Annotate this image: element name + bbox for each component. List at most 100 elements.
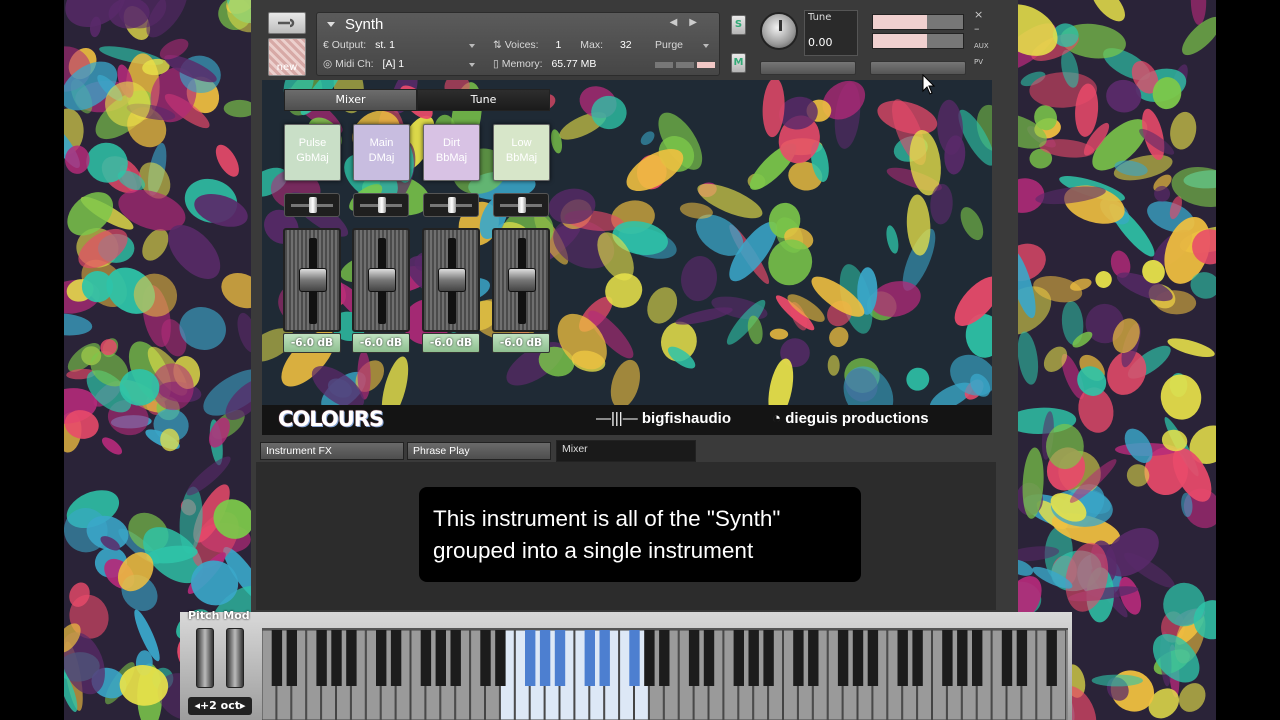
black-key[interactable] <box>688 630 700 686</box>
black-key[interactable] <box>1001 630 1013 686</box>
piano-keyboard[interactable] <box>262 628 1068 720</box>
black-key[interactable] <box>1046 630 1057 686</box>
close-icon[interactable]: × <box>974 8 983 21</box>
black-key[interactable] <box>346 630 357 686</box>
black-key[interactable] <box>271 630 283 686</box>
chevron-down-icon[interactable] <box>327 22 335 27</box>
screen: new Synth ◀▶ € Output: st. 1 ⇅ Voices: 1… <box>0 0 1280 720</box>
black-key[interactable] <box>972 630 983 686</box>
tune-knob[interactable] <box>760 12 798 50</box>
black-key[interactable] <box>733 630 744 686</box>
tab-bottom-mixer[interactable]: Mixer <box>556 440 696 462</box>
black-key[interactable] <box>554 630 566 686</box>
tab-phrase-play[interactable]: Phrase Play <box>407 442 551 460</box>
black-key[interactable] <box>808 630 819 686</box>
memory-indicator <box>655 62 715 68</box>
black-key[interactable] <box>435 630 446 686</box>
pan-control[interactable] <box>493 193 549 217</box>
volume-fader[interactable] <box>422 228 480 332</box>
pv-button[interactable]: PV <box>974 58 983 66</box>
patch-key: BbMaj <box>435 152 468 164</box>
mod-wheel[interactable] <box>226 628 244 688</box>
midi-dropdown-icon[interactable] <box>469 63 475 67</box>
pan-control[interactable] <box>353 193 409 217</box>
black-key[interactable] <box>867 630 879 686</box>
black-key[interactable] <box>957 630 968 686</box>
midi-value: [A] 1 <box>382 58 405 70</box>
black-key[interactable] <box>748 630 759 686</box>
patch-button[interactable]: Low BbMaj <box>493 124 550 181</box>
volume-fader[interactable] <box>283 228 341 332</box>
black-key[interactable] <box>495 630 506 686</box>
black-key[interactable] <box>852 630 864 686</box>
caption-line-1: This instrument is all of the "Synth" <box>433 506 781 531</box>
fader-cap[interactable] <box>438 268 466 292</box>
black-key[interactable] <box>897 630 908 686</box>
pan-control[interactable] <box>284 193 340 217</box>
black-key[interactable] <box>659 630 670 686</box>
black-key[interactable] <box>286 630 297 686</box>
fader-cap[interactable] <box>508 268 536 292</box>
chevron-right-icon[interactable]: ▸ <box>240 699 246 712</box>
wrench-icon[interactable] <box>268 12 306 34</box>
black-key[interactable] <box>703 630 715 686</box>
tab-tune[interactable]: Tune <box>417 89 550 111</box>
black-key[interactable] <box>584 630 595 686</box>
aux-button[interactable]: AUX <box>974 42 989 50</box>
black-key[interactable] <box>942 630 953 686</box>
new-label: new <box>276 62 298 73</box>
purge-menu[interactable]: Purge <box>655 39 683 51</box>
tab-instrument-fx[interactable]: Instrument FX <box>260 442 404 460</box>
mute-button[interactable]: M <box>731 53 746 73</box>
patch-button[interactable]: Main DMaj <box>353 124 410 181</box>
voices-row: ⇅ Voices: 1 Max: 32 <box>493 39 632 51</box>
fader-cap[interactable] <box>368 268 396 292</box>
output-icon: € <box>323 39 332 51</box>
volume-readout[interactable]: -6.0 dB <box>352 333 410 353</box>
black-key[interactable] <box>599 630 610 686</box>
pan-control[interactable] <box>423 193 479 217</box>
octave-selector[interactable]: ◂+2 oct▸ <box>188 697 252 715</box>
patch-button[interactable]: Dirt BbMaj <box>423 124 480 181</box>
memory-icon: ▯ <box>493 58 502 70</box>
black-key[interactable] <box>793 630 804 686</box>
output-row[interactable]: € Output: st. 1 <box>323 39 395 51</box>
volume-readout[interactable]: -6.0 dB <box>492 333 550 353</box>
purge-dropdown-icon[interactable] <box>703 44 709 48</box>
black-key[interactable] <box>629 630 640 686</box>
volume-fader[interactable] <box>492 228 550 332</box>
black-key[interactable] <box>525 630 536 686</box>
black-key[interactable] <box>331 630 342 686</box>
black-key[interactable] <box>420 630 432 686</box>
new-instrument-button[interactable]: new <box>268 38 306 76</box>
black-key[interactable] <box>837 630 849 686</box>
instrument-name[interactable]: Synth <box>345 16 383 33</box>
black-key[interactable] <box>316 630 327 686</box>
black-key[interactable] <box>763 630 774 686</box>
volume-slider[interactable] <box>870 61 966 75</box>
volume-readout[interactable]: -6.0 dB <box>283 333 341 353</box>
black-key[interactable] <box>912 630 923 686</box>
solo-button[interactable]: S <box>731 15 746 35</box>
volume-readout[interactable]: -6.0 dB <box>422 333 480 353</box>
black-key[interactable] <box>644 630 655 686</box>
black-key[interactable] <box>376 630 387 686</box>
instrument-nav-arrows[interactable]: ◀▶ <box>670 17 709 28</box>
black-key[interactable] <box>1016 630 1028 686</box>
max-value[interactable]: 32 <box>620 39 632 51</box>
fader-cap[interactable] <box>299 268 327 292</box>
black-key[interactable] <box>450 630 461 686</box>
midi-row[interactable]: ◎ Midi Ch: [A] 1 <box>323 58 404 70</box>
tab-mixer[interactable]: Mixer <box>284 89 417 111</box>
black-key[interactable] <box>480 630 491 686</box>
black-key[interactable] <box>539 630 551 686</box>
patch-button[interactable]: Pulse GbMaj <box>284 124 341 181</box>
black-key[interactable] <box>390 630 402 686</box>
output-dropdown-icon[interactable] <box>469 44 475 48</box>
pitch-wheel[interactable] <box>196 628 214 688</box>
pan-slider[interactable] <box>760 61 856 75</box>
memory-row: ▯ Memory: 65.77 MB <box>493 58 596 70</box>
volume-fader[interactable] <box>352 228 410 332</box>
minimize-icon[interactable]: – <box>974 22 980 35</box>
bigfishaudio-logo: —|||— bigfishaudio <box>596 410 731 427</box>
